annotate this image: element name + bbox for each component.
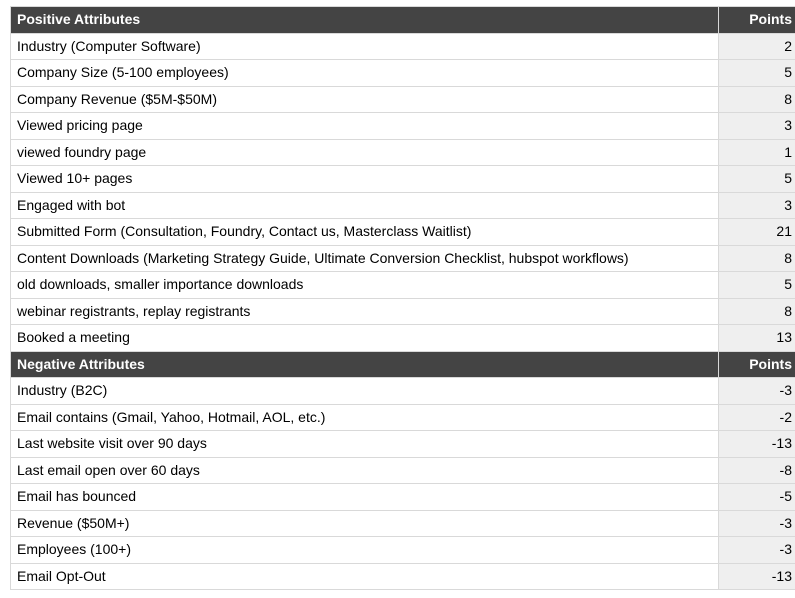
- scoring-table-wrap: Positive Attributes Points Industry (Com…: [0, 0, 795, 598]
- attr-cell: Booked a meeting: [11, 325, 719, 352]
- table-row: viewed foundry page 1: [11, 139, 795, 166]
- attr-cell: Submitted Form (Consultation, Foundry, C…: [11, 219, 719, 246]
- table-row: Viewed pricing page 3: [11, 113, 795, 140]
- table-row: Content Downloads (Marketing Strategy Gu…: [11, 245, 795, 272]
- points-cell: -5: [719, 484, 795, 511]
- scoring-table: Positive Attributes Points Industry (Com…: [10, 6, 795, 590]
- table-row: Employees (100+) -3: [11, 537, 795, 564]
- points-cell: 1: [719, 139, 795, 166]
- table-row: Email contains (Gmail, Yahoo, Hotmail, A…: [11, 404, 795, 431]
- table-row: Booked a meeting 13: [11, 325, 795, 352]
- points-cell: 8: [719, 86, 795, 113]
- table-row: Submitted Form (Consultation, Foundry, C…: [11, 219, 795, 246]
- positive-header-points: Points: [719, 7, 795, 34]
- table-row: Email Opt-Out -13: [11, 563, 795, 590]
- table-row: Last website visit over 90 days -13: [11, 431, 795, 458]
- points-cell: 5: [719, 272, 795, 299]
- points-cell: -13: [719, 563, 795, 590]
- attr-cell: Content Downloads (Marketing Strategy Gu…: [11, 245, 719, 272]
- points-cell: 8: [719, 298, 795, 325]
- points-cell: 5: [719, 166, 795, 193]
- attr-cell: Industry (Computer Software): [11, 33, 719, 60]
- table-row: Viewed 10+ pages 5: [11, 166, 795, 193]
- table-row: webinar registrants, replay registrants …: [11, 298, 795, 325]
- negative-header-points: Points: [719, 351, 795, 378]
- attr-cell: Employees (100+): [11, 537, 719, 564]
- attr-cell: Industry (B2C): [11, 378, 719, 405]
- table-row: Company Revenue ($5M-$50M) 8: [11, 86, 795, 113]
- attr-cell: Email Opt-Out: [11, 563, 719, 590]
- points-cell: 8: [719, 245, 795, 272]
- points-cell: -8: [719, 457, 795, 484]
- points-cell: -3: [719, 510, 795, 537]
- attr-cell: Revenue ($50M+): [11, 510, 719, 537]
- attr-cell: Company Size (5-100 employees): [11, 60, 719, 87]
- points-cell: 3: [719, 113, 795, 140]
- points-cell: -2: [719, 404, 795, 431]
- attr-cell: viewed foundry page: [11, 139, 719, 166]
- attr-cell: old downloads, smaller importance downlo…: [11, 272, 719, 299]
- table-row: Email has bounced -5: [11, 484, 795, 511]
- attr-cell: webinar registrants, replay registrants: [11, 298, 719, 325]
- attr-cell: Email has bounced: [11, 484, 719, 511]
- table-row: Company Size (5-100 employees) 5: [11, 60, 795, 87]
- negative-header-attr: Negative Attributes: [11, 351, 719, 378]
- attr-cell: Last website visit over 90 days: [11, 431, 719, 458]
- negative-header-row: Negative Attributes Points: [11, 351, 795, 378]
- points-cell: 2: [719, 33, 795, 60]
- table-row: Industry (B2C) -3: [11, 378, 795, 405]
- table-row: Engaged with bot 3: [11, 192, 795, 219]
- points-cell: 13: [719, 325, 795, 352]
- points-cell: 21: [719, 219, 795, 246]
- points-cell: -3: [719, 537, 795, 564]
- table-row: Industry (Computer Software) 2: [11, 33, 795, 60]
- positive-header-attr: Positive Attributes: [11, 7, 719, 34]
- attr-cell: Last email open over 60 days: [11, 457, 719, 484]
- attr-cell: Company Revenue ($5M-$50M): [11, 86, 719, 113]
- points-cell: 5: [719, 60, 795, 87]
- attr-cell: Viewed pricing page: [11, 113, 719, 140]
- table-row: old downloads, smaller importance downlo…: [11, 272, 795, 299]
- table-row: Revenue ($50M+) -3: [11, 510, 795, 537]
- attr-cell: Engaged with bot: [11, 192, 719, 219]
- attr-cell: Viewed 10+ pages: [11, 166, 719, 193]
- table-row: Last email open over 60 days -8: [11, 457, 795, 484]
- points-cell: -13: [719, 431, 795, 458]
- points-cell: -3: [719, 378, 795, 405]
- points-cell: 3: [719, 192, 795, 219]
- positive-header-row: Positive Attributes Points: [11, 7, 795, 34]
- attr-cell: Email contains (Gmail, Yahoo, Hotmail, A…: [11, 404, 719, 431]
